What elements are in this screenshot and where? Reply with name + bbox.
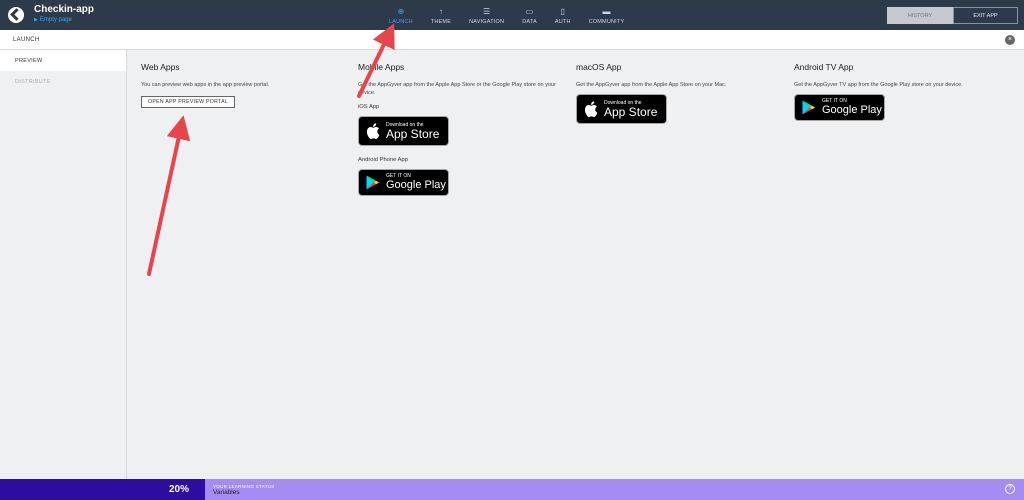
caret-right-icon: ▶ — [34, 17, 38, 23]
learning-progress-percent: 20% — [0, 479, 205, 500]
sidebar-item-preview[interactable]: PREVIEW — [0, 50, 126, 71]
nav-launch[interactable]: ⊕ LAUNCH — [380, 0, 422, 30]
top-bar: Checkin-app ▶ Empty page ⊕ LAUNCH ↑ THEME… — [0, 0, 1024, 30]
navigation-icon: ☰ — [483, 6, 491, 16]
android-tv-title: Android TV App — [794, 62, 854, 72]
badge-big-text: Google Play — [386, 179, 446, 191]
chat-icon: ▬ — [602, 6, 611, 16]
nav-theme[interactable]: ↑ THEME — [422, 0, 460, 30]
google-play-logo-icon — [801, 100, 817, 115]
app-store-badge-macos[interactable]: Download on the App Store — [576, 94, 667, 124]
sidebar-item-distribute[interactable]: DISTRIBUTE — [0, 71, 126, 92]
app-store-badge-text: Download on the App Store — [604, 100, 657, 119]
web-apps-title: Web Apps — [141, 62, 180, 72]
exit-app-button[interactable]: EXIT APP — [953, 7, 1018, 24]
nav-label: LAUNCH — [389, 18, 413, 25]
google-play-logo-icon — [365, 175, 381, 190]
nav-label: NAVIGATION — [469, 18, 505, 25]
web-apps-section: Web Apps You can preview web apps in the… — [141, 62, 351, 108]
help-icon[interactable]: ? — [1005, 484, 1015, 494]
nav-label: DATA — [522, 18, 537, 25]
section-title: LAUNCH — [13, 36, 40, 43]
apple-logo-icon — [365, 123, 381, 139]
app-name: Checkin-app — [34, 4, 95, 15]
appgyver-logo-icon[interactable] — [8, 7, 24, 23]
document-icon: ▯ — [560, 6, 565, 16]
nav-label: AUTH — [554, 18, 571, 25]
badge-big-text: Google Play — [822, 104, 882, 116]
ios-app-label: iOS App — [358, 104, 380, 110]
sidebar: PREVIEW DISTRIBUTE — [0, 50, 127, 479]
macos-app-description: Get the AppGyver app from the Apple App … — [576, 82, 727, 88]
badge-big-text: App Store — [604, 104, 658, 119]
nav-community[interactable]: ▬ COMMUNITY — [580, 0, 634, 30]
macos-app-title: macOS App — [576, 62, 622, 72]
open-preview-portal-button[interactable]: OPEN APP PREVIEW PORTAL — [141, 96, 236, 108]
app-brand: Checkin-app ▶ Empty page — [0, 4, 360, 26]
mobile-apps-title: Mobile Apps — [358, 62, 405, 72]
app-store-badge-ios[interactable]: Download on the App Store — [358, 116, 449, 146]
nav-auth[interactable]: ▯ AUTH — [546, 0, 580, 30]
android-app-label: Android Phone App — [358, 157, 408, 163]
mobile-apps-section: Mobile Apps Get the AppGyver app from th… — [358, 62, 566, 196]
current-page-label: Empty page — [39, 17, 72, 23]
mobile-apps-description: Get the AppGyver app from the Apple App … — [358, 82, 556, 96]
macos-app-section: macOS App Get the AppGyver app from the … — [576, 62, 786, 124]
theme-icon: ↑ — [438, 6, 443, 16]
badge-big-text: App Store — [386, 126, 440, 141]
nav-label: COMMUNITY — [588, 18, 625, 25]
android-tv-description: Get the AppGyver TV app from the Google … — [794, 82, 963, 88]
google-play-badge-text: GET IT ON Google Play — [822, 98, 882, 117]
nav-navigation[interactable]: ☰ NAVIGATION — [460, 0, 513, 30]
app-store-badge-text: Download on the App Store — [386, 122, 439, 141]
current-page-link[interactable]: ▶ Empty page — [34, 15, 94, 26]
folder-icon: ▭ — [525, 6, 534, 16]
nav-label: THEME — [430, 18, 452, 25]
close-icon[interactable]: × — [1005, 35, 1015, 45]
google-play-badge-tv[interactable]: GET IT ON Google Play — [794, 94, 885, 121]
learning-status-value: Variables — [213, 488, 240, 496]
google-play-badge-text: GET IT ON Google Play — [386, 173, 446, 192]
main-content: Web Apps You can preview web apps in the… — [127, 50, 1024, 479]
app-title-block: Checkin-app ▶ Empty page — [34, 4, 94, 26]
learning-status-bar: 20% YOUR LEARNING STATUS Variables ? — [0, 479, 1024, 500]
learning-status-info[interactable]: YOUR LEARNING STATUS Variables ? — [205, 479, 1024, 500]
apple-logo-icon — [583, 101, 599, 117]
android-tv-section: Android TV App Get the AppGyver TV app f… — [794, 62, 1004, 121]
top-actions: HISTORY EXIT APP — [887, 7, 1018, 24]
top-nav: ⊕ LAUNCH ↑ THEME ☰ NAVIGATION ▭ DATA ▯ A… — [380, 0, 633, 30]
launch-icon: ⊕ — [397, 6, 405, 16]
history-button[interactable]: HISTORY — [887, 7, 953, 24]
nav-data[interactable]: ▭ DATA — [513, 0, 546, 30]
google-play-badge-android[interactable]: GET IT ON Google Play — [358, 169, 449, 196]
web-apps-description: You can preview web apps in the app prev… — [141, 82, 270, 88]
launch-header: LAUNCH × — [0, 30, 1024, 50]
